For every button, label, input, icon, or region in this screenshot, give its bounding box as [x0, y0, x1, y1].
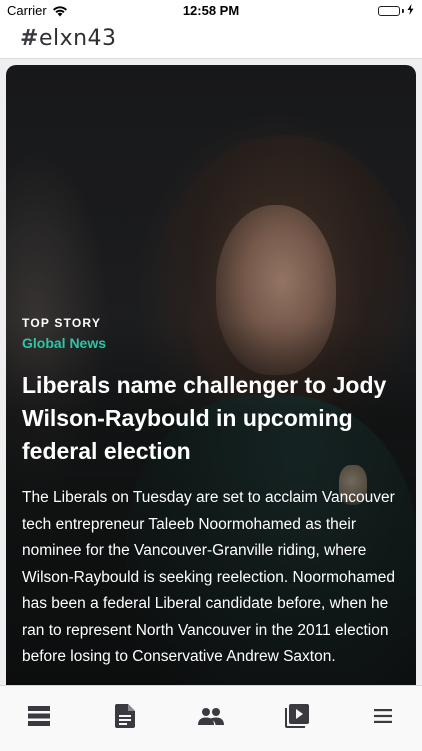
- feed-icon: [27, 705, 51, 732]
- story-headline[interactable]: Liberals name challenger to Jody Wilson-…: [22, 369, 407, 468]
- story-label: TOP STORY: [22, 316, 102, 330]
- tab-bar: [0, 685, 422, 751]
- top-story-card[interactable]: TOP STORY Global News Liberals name chal…: [6, 65, 416, 705]
- tab-people[interactable]: [195, 704, 227, 732]
- battery-indicator: [378, 4, 414, 18]
- tab-feed[interactable]: [23, 704, 55, 732]
- app-logo[interactable]: #elxn43: [20, 26, 117, 51]
- status-bar: Carrier 12:58 PM: [0, 0, 422, 22]
- clock-time: 12:58 PM: [182, 3, 240, 18]
- tab-menu[interactable]: [367, 704, 399, 732]
- battery-tip: [402, 9, 404, 13]
- document-icon: [115, 703, 135, 733]
- app-header: #elxn43: [0, 22, 422, 59]
- people-icon: [198, 707, 224, 730]
- tab-articles[interactable]: [109, 703, 141, 733]
- menu-icon: [374, 708, 392, 728]
- logo-hash: #: [20, 26, 39, 51]
- logo-text: elxn43: [38, 26, 117, 51]
- story-summary: The Liberals on Tuesday are set to accla…: [22, 489, 396, 665]
- video-library-icon: [285, 703, 309, 733]
- story-source[interactable]: Global News: [22, 335, 106, 351]
- charging-bolt-icon: [407, 4, 414, 18]
- tab-video[interactable]: [281, 703, 313, 733]
- battery-icon: [378, 6, 400, 16]
